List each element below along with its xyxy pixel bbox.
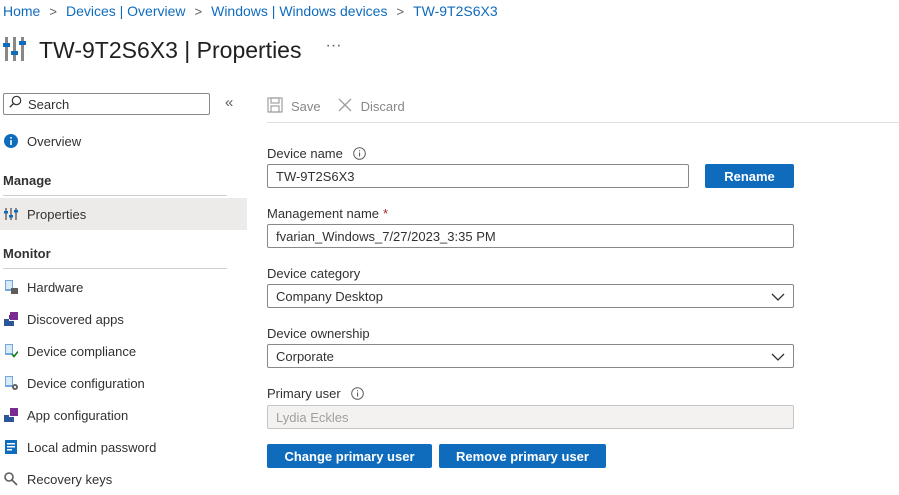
primary-user-input [267,405,794,429]
chevron-down-icon [771,289,785,304]
breadcrumb-devices-overview[interactable]: Devices | Overview [66,3,186,19]
device-category-select[interactable]: Company Desktop [267,284,794,308]
close-icon [337,97,361,116]
chevron-right-icon: > [49,3,57,19]
sidebar-item-device-compliance[interactable]: Device compliance [0,335,247,367]
sidebar-section-manage: Manage [3,173,52,188]
change-primary-user-button[interactable]: Change primary user [267,444,432,468]
discard-button[interactable]: Discard [337,97,405,116]
search-icon [9,95,22,113]
device-name-label: Device name [267,146,366,161]
required-indicator: * [383,206,389,221]
chevron-down-icon [771,349,785,364]
save-icon [267,96,291,116]
collapse-sidebar-icon[interactable]: « [225,94,233,111]
device-name-label-text: Device name [267,146,343,161]
device-name-input[interactable] [267,164,689,188]
more-options-icon[interactable]: ··· [325,37,341,55]
sidebar-divider [3,195,227,196]
sidebar-section-monitor: Monitor [3,246,51,261]
rename-button[interactable]: Rename [705,164,794,188]
local-admin-password-icon [3,439,19,455]
sidebar-item-properties[interactable]: Properties [0,198,247,230]
sidebar-item-discovered-apps[interactable]: Discovered apps [0,303,247,335]
info-icon[interactable] [353,147,366,160]
breadcrumb: Home > Devices | Overview > Windows | Wi… [3,3,498,19]
device-ownership-select[interactable]: Corporate [267,344,794,368]
primary-user-label-text: Primary user [267,386,341,401]
sidebar-item-overview[interactable]: Overview [0,125,247,157]
sidebar-item-label: Hardware [27,279,84,295]
device-configuration-icon [3,375,19,391]
page-title: TW-9T2S6X3 | Properties [39,37,302,63]
hardware-icon [3,279,19,295]
command-bar: Save Discard [267,90,899,123]
sidebar-item-label: Local admin password [27,439,157,455]
device-ownership-label: Device ownership [267,326,370,341]
search-input[interactable] [22,96,198,112]
info-icon [3,133,19,149]
management-name-label: Management name * [267,206,388,221]
device-ownership-value: Corporate [276,348,334,364]
remove-primary-user-button[interactable]: Remove primary user [439,444,606,468]
sidebar-divider [3,268,227,269]
breadcrumb-home[interactable]: Home [3,3,40,19]
properties-icon [3,206,19,222]
save-button[interactable]: Save [267,96,321,116]
sidebar-item-recovery-keys[interactable]: Recovery keys [0,463,247,495]
management-name-input[interactable] [267,224,794,248]
sidebar-item-label: Properties [27,206,87,222]
discovered-apps-icon [3,311,19,327]
breadcrumb-device[interactable]: TW-9T2S6X3 [413,3,498,19]
page-header: TW-9T2S6X3 | Properties ··· [3,33,341,68]
management-name-label-text: Management name [267,206,380,221]
sidebar-item-label: Overview [27,133,82,149]
app-configuration-icon [3,407,19,423]
device-compliance-icon [3,343,19,359]
primary-user-label: Primary user [267,386,364,401]
recovery-keys-icon [3,471,19,487]
device-category-label: Device category [267,266,361,281]
sidebar-item-local-admin-password[interactable]: Local admin password [0,431,247,463]
sidebar-item-label: Device configuration [27,375,145,391]
sidebar-search[interactable] [3,93,210,115]
sidebar-item-hardware[interactable]: Hardware [0,271,247,303]
sidebar-item-label: Discovered apps [27,311,124,327]
sidebar-item-device-configuration[interactable]: Device configuration [0,367,247,399]
sidebar-item-app-configuration[interactable]: App configuration [0,399,247,431]
breadcrumb-windows-devices[interactable]: Windows | Windows devices [211,3,387,19]
sidebar-item-label: Device compliance [27,343,137,359]
chevron-right-icon: > [396,3,405,19]
save-label: Save [291,98,321,114]
sidebar-item-label: App configuration [27,407,129,423]
discard-label: Discard [360,98,405,114]
device-category-value: Company Desktop [276,288,383,304]
properties-icon [3,33,27,68]
sidebar-item-label: Recovery keys [27,471,113,487]
info-icon[interactable] [350,387,364,400]
chevron-right-icon: > [194,3,203,19]
